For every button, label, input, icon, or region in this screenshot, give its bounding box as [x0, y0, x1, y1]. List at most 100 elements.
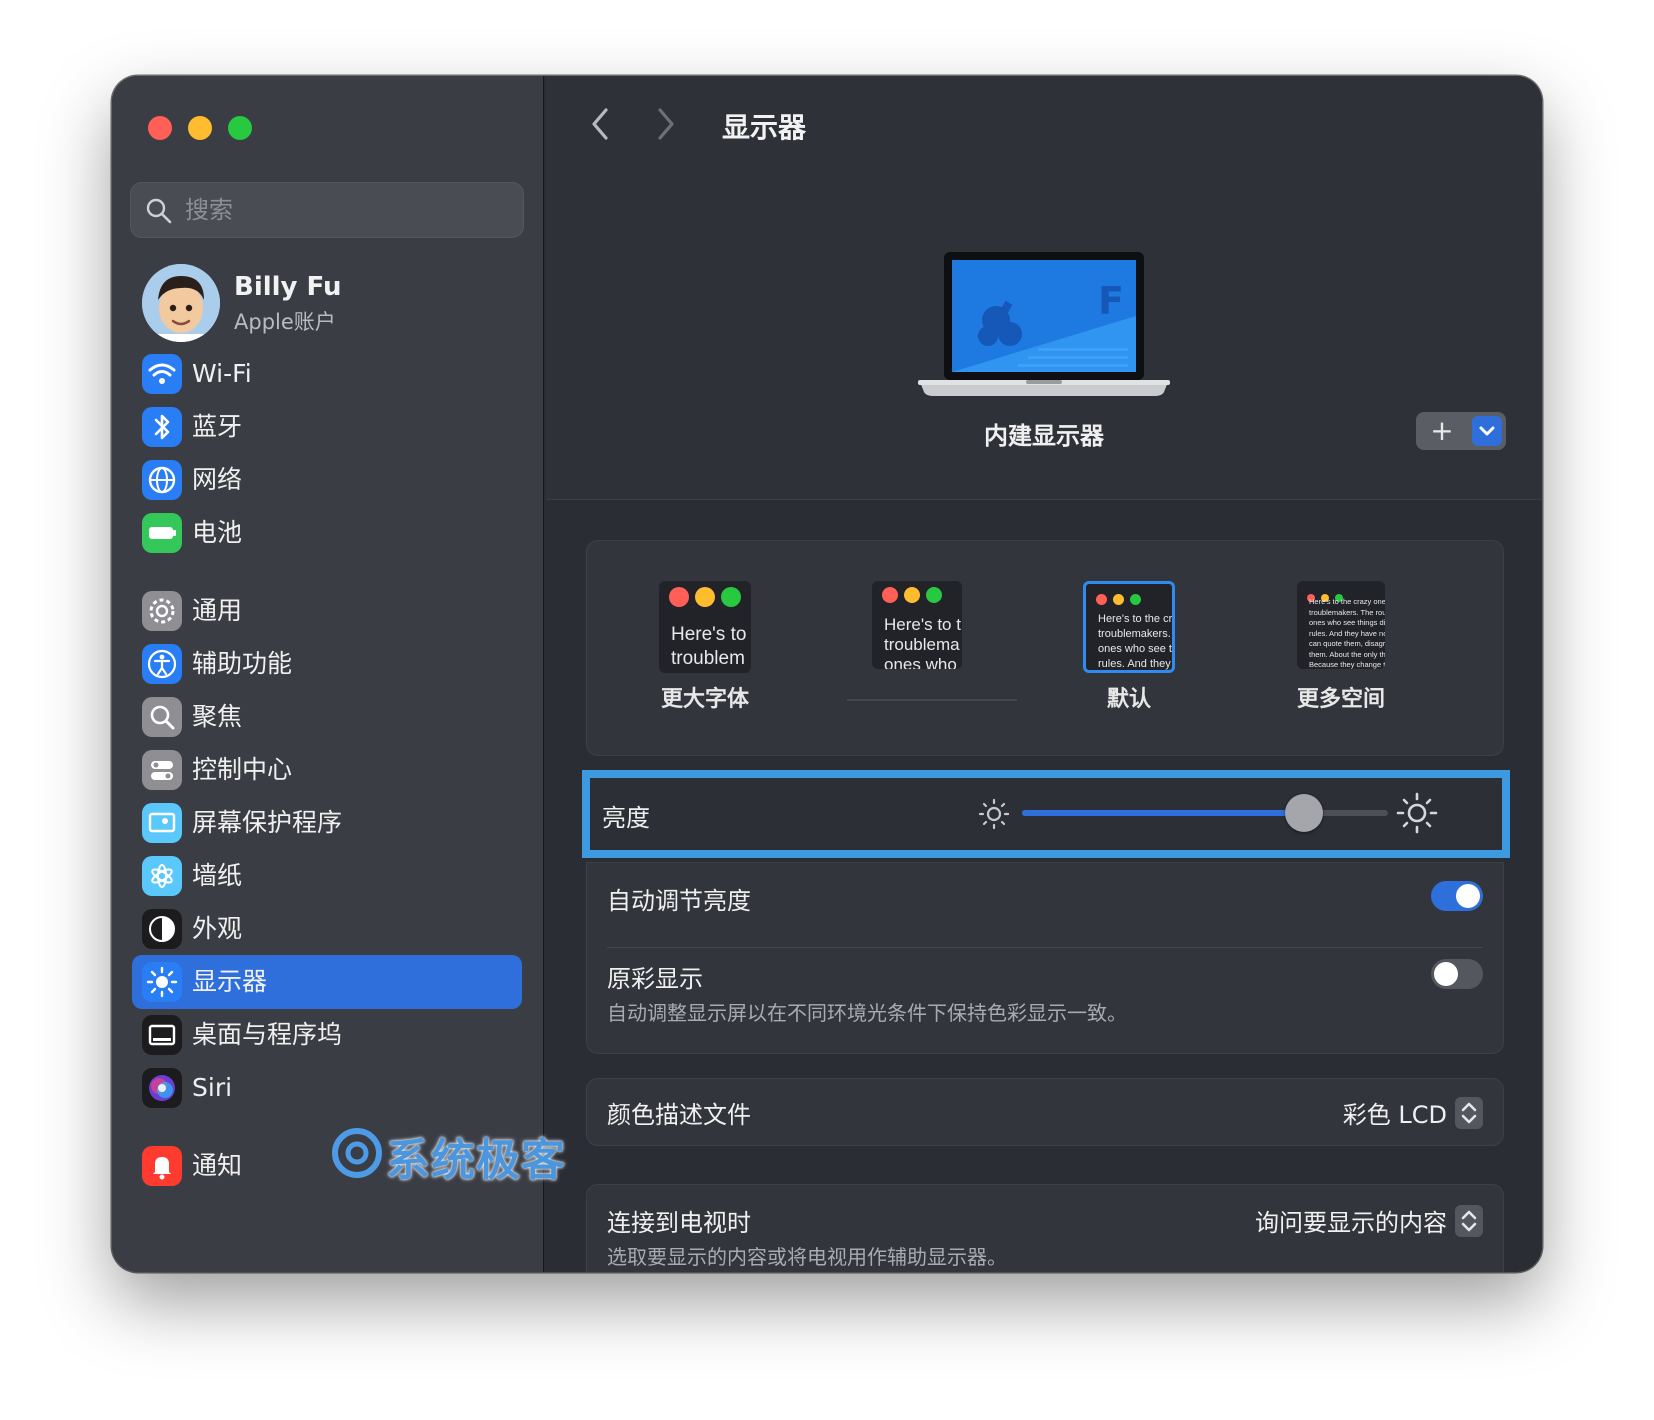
preview-text: Here's to t troublema ones who	[884, 615, 961, 669]
color-profile-row[interactable]: 颜色描述文件 彩色 LCD	[586, 1078, 1504, 1146]
up-down-chevron-icon[interactable]	[1455, 1097, 1483, 1129]
sidebar-item-1[interactable]: 蓝牙	[132, 400, 522, 454]
sidebar: Billy Fu Apple账户 Wi-Fi 蓝牙网络电池通用辅助功能聚焦控制中心…	[112, 76, 544, 1272]
resolution-label: 更多空间	[1296, 687, 1385, 712]
close-button[interactable]	[148, 116, 172, 140]
sidebar-item-label: 蓝牙	[192, 412, 243, 441]
sidebar-item-0[interactable]: Wi-Fi	[132, 347, 522, 401]
resolution-card: Here's to troublem 更大字体 Here's to t troubl…	[586, 540, 1504, 756]
sidebar-item-3[interactable]: 电池	[132, 506, 522, 560]
resolution-preview: Here's to troublem	[659, 581, 751, 673]
sidebar-item-label: 桌面与程序坞	[192, 1020, 343, 1049]
brightness-row: 亮度	[582, 770, 1510, 858]
sidebar-item-6[interactable]: 聚焦	[132, 690, 522, 744]
resolution-option-0[interactable]: Here's to troublem 更大字体	[605, 581, 805, 712]
sidebar-item-2[interactable]: 网络	[132, 453, 522, 507]
tv-connection-value[interactable]: 询问要显示的内容	[1255, 1203, 1447, 1238]
auto-brightness-label: 自动调节亮度	[607, 887, 751, 915]
search-field[interactable]	[130, 182, 524, 238]
search-input[interactable]	[185, 183, 505, 237]
resolution-option-1[interactable]: Here's to t troublema ones who	[817, 581, 1017, 711]
up-down-chevron-icon[interactable]	[1455, 1205, 1483, 1237]
brightness-label: 亮度	[602, 804, 650, 832]
brightness-slider-thumb[interactable]	[1284, 794, 1323, 832]
resolution-label: 更大字体	[660, 687, 749, 712]
resolution-label: 默认	[1106, 687, 1151, 712]
sidebar-item-label: 聚焦	[192, 702, 243, 731]
preview-text: Here's to the cr troublemakers. ones who…	[1098, 613, 1172, 670]
sidebar-item-13[interactable]: Siri	[132, 1061, 522, 1115]
minimize-button[interactable]	[188, 116, 212, 140]
apple-account[interactable]: Billy Fu Apple账户	[142, 264, 522, 344]
accessibility-icon	[142, 644, 182, 684]
sidebar-item-label: 墙纸	[192, 861, 243, 890]
brightness-options-card: 自动调节亮度 原彩显示 自动调整显示屏以在不同环境光条件下保持色彩显示一致。	[586, 862, 1504, 1054]
back-arrow-icon[interactable]	[586, 104, 616, 144]
search-icon	[146, 198, 172, 224]
plus-icon: +	[1430, 414, 1454, 447]
add-display-button[interactable]: +	[1416, 412, 1506, 450]
wallpaper-icon	[142, 856, 182, 896]
sidebar-item-label: 外观	[192, 914, 243, 943]
brightness-fill	[1022, 810, 1304, 816]
color-profile-value[interactable]: 彩色 LCD	[1343, 1095, 1447, 1130]
siri-icon	[142, 1068, 182, 1108]
color-profile-label: 颜色描述文件	[607, 1101, 751, 1129]
sidebar-item-label: Wi-Fi	[192, 359, 252, 388]
battery-icon	[142, 513, 182, 553]
sun-large-icon	[1396, 792, 1438, 834]
watermark-logo-icon	[332, 1128, 382, 1178]
bell-icon	[142, 1146, 182, 1186]
sidebar-item-12[interactable]: 桌面与程序坞	[132, 1008, 522, 1062]
spotlight-icon	[142, 697, 182, 737]
forward-arrow-icon[interactable]	[650, 104, 680, 144]
row-divider	[607, 947, 1483, 948]
display-hero: 显示器 F 内建显示器 +	[546, 76, 1542, 500]
sidebar-item-label: 通用	[192, 596, 243, 625]
sidebar-item-label: 网络	[192, 465, 243, 494]
sidebar-item-label: Siri	[192, 1073, 233, 1102]
control-center-icon	[142, 750, 182, 790]
avatar	[142, 264, 220, 342]
tv-connection-description: 选取要显示的内容或将电视用作辅助显示器。	[607, 1245, 1007, 1269]
bluetooth-icon	[142, 407, 182, 447]
sidebar-item-label: 电池	[192, 518, 243, 547]
resolution-preview: Here's to the cr troublemakers. ones who…	[1083, 581, 1175, 673]
chevron-down-icon	[1479, 426, 1495, 436]
sidebar-item-label: 显示器	[192, 967, 268, 996]
sidebar-item-5[interactable]: 辅助功能	[132, 637, 522, 691]
page-title: 显示器	[722, 111, 807, 144]
appearance-icon	[142, 909, 182, 949]
tv-connection-row[interactable]: 连接到电视时 选取要显示的内容或将电视用作辅助显示器。 询问要显示的内容	[586, 1184, 1504, 1272]
sidebar-item-8[interactable]: 屏幕保护程序	[132, 796, 522, 850]
preview-text: Here's to the crazy one troublemakers. T…	[1309, 597, 1385, 669]
resolution-preview: Here's to the crazy one troublemakers. T…	[1297, 581, 1385, 669]
gear-icon	[142, 591, 182, 631]
display-name: 内建显示器	[984, 422, 1104, 450]
sidebar-item-10[interactable]: 外观	[132, 902, 522, 956]
preview-text: Here's to troublem	[671, 624, 747, 669]
add-display-menu-button[interactable]	[1472, 416, 1502, 446]
sidebar-item-4[interactable]: 通用	[132, 584, 522, 638]
resolution-option-3[interactable]: Here's to the crazy one troublemakers. T…	[1241, 581, 1441, 712]
tv-connection-label: 连接到电视时	[607, 1209, 751, 1237]
auto-brightness-toggle[interactable]	[1431, 881, 1483, 911]
globe-icon	[142, 460, 182, 500]
svg-text:F: F	[1098, 279, 1124, 323]
laptop-illustration: F	[918, 252, 1170, 396]
settings-window: Billy Fu Apple账户 Wi-Fi 蓝牙网络电池通用辅助功能聚焦控制中心…	[112, 76, 1542, 1272]
zoom-button[interactable]	[228, 116, 252, 140]
watermark-text: 系统极客	[386, 1135, 566, 1186]
sidebar-item-label: 通知	[192, 1151, 243, 1180]
sidebar-item-9[interactable]: 墙纸	[132, 849, 522, 903]
sidebar-item-11[interactable]: 显示器	[132, 955, 522, 1009]
true-tone-description: 自动调整显示屏以在不同环境光条件下保持色彩显示一致。	[607, 1001, 1127, 1025]
account-subtitle: Apple账户	[234, 310, 336, 334]
account-name: Billy Fu	[234, 272, 342, 302]
display-sun-icon	[142, 962, 182, 1002]
sidebar-item-7[interactable]: 控制中心	[132, 743, 522, 797]
true-tone-toggle[interactable]	[1431, 959, 1483, 989]
brightness-slider[interactable]	[1022, 794, 1388, 832]
screensaver-icon	[142, 803, 182, 843]
resolution-option-2[interactable]: Here's to the cr troublemakers. ones who…	[1029, 581, 1229, 712]
